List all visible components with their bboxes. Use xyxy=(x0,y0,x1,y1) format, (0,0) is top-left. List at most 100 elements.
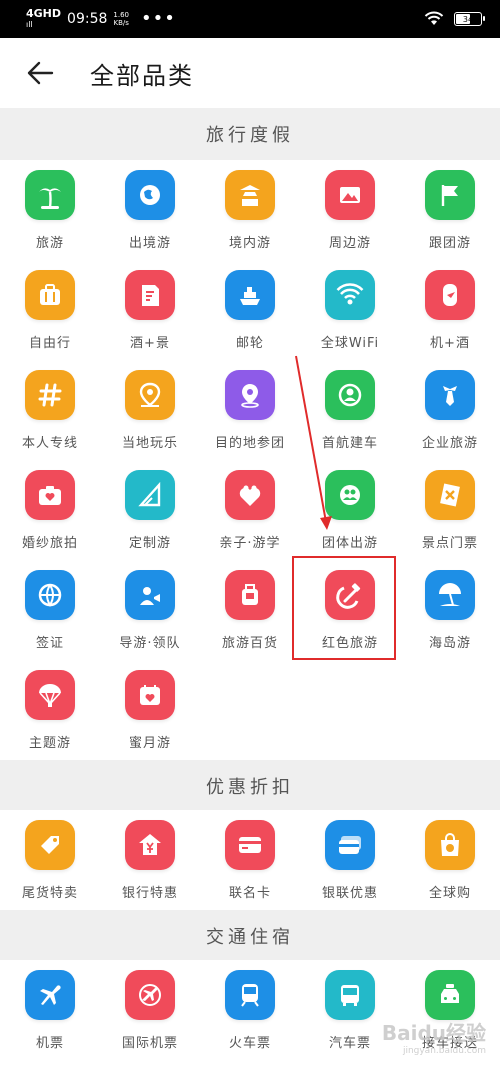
category-tile[interactable]: 自由行 xyxy=(0,260,100,360)
category-tile[interactable]: 机+酒 xyxy=(400,260,500,360)
bank-yen-icon xyxy=(125,820,175,870)
category-label: 跟团游 xyxy=(428,236,471,251)
nav-bar: 全部品类 xyxy=(0,38,500,108)
more-notifications-icon: ••• xyxy=(140,8,176,29)
category-tile[interactable]: 机票 xyxy=(0,960,100,1060)
category-tile[interactable]: 当地玩乐 xyxy=(100,360,200,460)
train-icon xyxy=(225,970,275,1020)
category-label: 首航建车 xyxy=(321,436,378,451)
discount-grid: 尾货特卖 银行特惠 联名卡 银联优惠 全球购 xyxy=(0,810,500,910)
category-tile[interactable]: 本人专线 xyxy=(0,360,100,460)
status-bar: 4GHD ıll 09:58 1.60 KB/s ••• 34 xyxy=(0,0,500,38)
category-tile[interactable]: 旅游百货 xyxy=(200,560,300,660)
network-speed: 1.60 KB/s xyxy=(113,11,129,27)
category-tile[interactable]: 银联优惠 xyxy=(300,810,400,910)
ruler-triangle-icon xyxy=(125,470,175,520)
ticket-stub-icon xyxy=(425,470,475,520)
category-tile[interactable]: 主题游 xyxy=(0,660,100,760)
airplane-icon xyxy=(25,970,75,1020)
category-tile[interactable]: 首航建车 xyxy=(300,360,400,460)
category-label: 银行特惠 xyxy=(121,886,178,901)
category-tile[interactable]: 签证 xyxy=(0,560,100,660)
necktie-icon xyxy=(425,370,475,420)
category-tile[interactable]: 跟团游 xyxy=(400,160,500,260)
credit-card-icon xyxy=(225,820,275,870)
category-tile[interactable]: 火车票 xyxy=(200,960,300,1060)
network-indicator: 4GHD ıll xyxy=(26,8,61,30)
category-label: 尾货特卖 xyxy=(21,886,78,901)
taxi-icon xyxy=(425,970,475,1020)
luggage-icon xyxy=(225,570,275,620)
category-tile[interactable]: 导游·领队 xyxy=(100,560,200,660)
category-tile[interactable]: 亲子·游学 xyxy=(200,460,300,560)
category-tile[interactable]: 全球WiFi xyxy=(300,260,400,360)
category-tile[interactable]: 酒+景 xyxy=(100,260,200,360)
group-icon xyxy=(325,470,375,520)
category-label: 目的地参团 xyxy=(214,436,285,451)
guide-flag-icon xyxy=(125,570,175,620)
wifi-status-icon xyxy=(424,11,444,25)
card-stack-icon xyxy=(325,820,375,870)
intl-plane-icon xyxy=(125,970,175,1020)
category-label: 机+酒 xyxy=(430,336,470,351)
category-tile[interactable]: 出境游 xyxy=(100,160,200,260)
user-circle-icon xyxy=(325,370,375,420)
category-label: 签证 xyxy=(35,636,64,651)
ticket-icon xyxy=(125,270,175,320)
battery-icon: 34 xyxy=(454,12,485,26)
category-label: 蜜月游 xyxy=(128,736,171,751)
section-header-transport: 交通住宿 xyxy=(0,910,500,962)
hammer-sickle-icon xyxy=(325,570,375,620)
category-tile[interactable]: 银行特惠 xyxy=(100,810,200,910)
category-tile[interactable]: 邮轮 xyxy=(200,260,300,360)
category-label: 导游·领队 xyxy=(119,636,181,651)
map-pin-icon xyxy=(225,370,275,420)
category-label: 银联优惠 xyxy=(321,886,378,901)
palm-tree-icon xyxy=(25,170,75,220)
category-label: 海岛游 xyxy=(428,636,471,651)
category-label: 联名卡 xyxy=(228,886,271,901)
category-label: 定制游 xyxy=(128,536,171,551)
category-tile[interactable]: 景点门票 xyxy=(400,460,500,560)
bus-icon xyxy=(325,970,375,1020)
category-tile[interactable]: 尾货特卖 xyxy=(0,810,100,910)
passport-globe-icon xyxy=(25,570,75,620)
category-tile[interactable]: 团体出游 xyxy=(300,460,400,560)
watermark-text: Baidu经验 xyxy=(381,1021,486,1045)
location-pin-icon xyxy=(125,370,175,420)
category-tile[interactable]: 蜜月游 xyxy=(100,660,200,760)
parachute-icon xyxy=(25,670,75,720)
family-heart-icon xyxy=(225,470,275,520)
category-label: 亲子·游学 xyxy=(219,536,281,551)
category-tile[interactable]: 定制游 xyxy=(100,460,200,560)
signal-icon: ıll xyxy=(26,20,33,29)
category-label: 全球WiFi xyxy=(320,336,380,351)
category-label: 红色旅游 xyxy=(321,636,378,651)
category-tile[interactable]: 周边游 xyxy=(300,160,400,260)
wifi-icon xyxy=(325,270,375,320)
category-label: 国际机票 xyxy=(121,1036,178,1051)
category-tile[interactable]: 国际机票 xyxy=(100,960,200,1060)
category-tile[interactable]: 境内游 xyxy=(200,160,300,260)
category-label: 汽车票 xyxy=(328,1036,371,1051)
category-tile[interactable]: 目的地参团 xyxy=(200,360,300,460)
category-tile[interactable]: 企业旅游 xyxy=(400,360,500,460)
arrow-left-icon xyxy=(27,61,54,85)
section-header-travel: 旅行度假 xyxy=(0,108,500,160)
pagoda-icon xyxy=(225,170,275,220)
category-tile[interactable]: 红色旅游 xyxy=(300,560,400,660)
shopping-bag-globe-icon xyxy=(425,820,475,870)
category-tile[interactable]: 联名卡 xyxy=(200,810,300,910)
category-tile[interactable]: 全球购 xyxy=(400,810,500,910)
category-label: 主题游 xyxy=(28,736,71,751)
back-button[interactable] xyxy=(20,53,60,93)
category-tile[interactable]: 婚纱旅拍 xyxy=(0,460,100,560)
category-tile[interactable]: 旅游 xyxy=(0,160,100,260)
watermark: Baidu经验 jingyan.baidu.com xyxy=(382,1017,486,1056)
price-tag-icon xyxy=(25,820,75,870)
category-label: 企业旅游 xyxy=(421,436,478,451)
category-label: 全球购 xyxy=(428,886,471,901)
app-screen: 4GHD ıll 09:58 1.60 KB/s ••• 34 全部品类 旅行度… xyxy=(0,0,500,1084)
category-tile[interactable]: 海岛游 xyxy=(400,560,500,660)
globe-icon xyxy=(125,170,175,220)
